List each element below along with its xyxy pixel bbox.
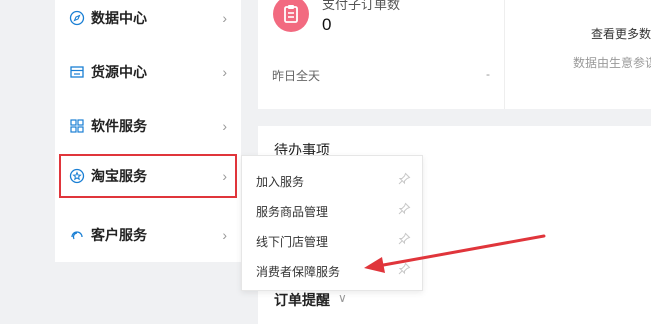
sidebar-item-supply-center[interactable]: 货源中心 › [55, 45, 241, 99]
stat-card: 支付子订单数 0 昨日全天 - 查看更多数 数据由生意参谋 [258, 0, 651, 109]
sidebar-item-label: 货源中心 [91, 64, 147, 80]
chevron-right-icon: › [222, 168, 227, 184]
submenu-item-label: 消费者保障服务 [256, 265, 341, 279]
submenu-item-label: 线下门店管理 [256, 235, 329, 249]
pin-icon[interactable] [397, 202, 411, 216]
sidebar-item-customer-services[interactable]: 客户服务 › [55, 208, 241, 262]
sidebar: 数据中心 › 货源中心 › 软件服务 › 淘宝服务 › 客户服务 › [55, 0, 241, 262]
submenu-item-service-goods[interactable]: 服务商品管理 [242, 195, 422, 225]
order-reminder-title[interactable]: 订单提醒 [274, 290, 330, 310]
submenu-item-join-service[interactable]: 加入服务 [242, 165, 422, 195]
taobao-star-icon [68, 167, 86, 185]
sidebar-item-label: 客户服务 [91, 227, 147, 243]
store-icon [68, 63, 86, 81]
sidebar-item-label: 淘宝服务 [91, 168, 147, 184]
sidebar-item-data-center[interactable]: 数据中心 › [55, 0, 241, 45]
submenu-item-consumer-protection[interactable]: 消费者保障服务 [242, 255, 422, 285]
submenu-item-label: 加入服务 [256, 175, 305, 189]
clipboard-icon [273, 0, 309, 32]
pin-icon[interactable] [397, 232, 411, 246]
divider [504, 0, 505, 109]
submenu-item-label: 服务商品管理 [256, 205, 329, 219]
data-source-note: 数据由生意参谋 [573, 56, 651, 70]
submenu-item-offline-store[interactable]: 线下门店管理 [242, 225, 422, 255]
taobao-services-submenu: 加入服务 服务商品管理 线下门店管理 消费者保障服务 [241, 155, 423, 291]
sidebar-item-taobao-services[interactable]: 淘宝服务 › [59, 154, 237, 198]
pin-icon[interactable] [397, 262, 411, 276]
chevron-down-icon[interactable]: ∨ [338, 291, 347, 305]
chevron-right-icon: › [222, 118, 227, 134]
chevron-right-icon: › [222, 64, 227, 80]
pin-icon[interactable] [397, 172, 411, 186]
chevron-right-icon: › [222, 227, 227, 243]
stat-period: 昨日全天 [272, 69, 321, 83]
compass-icon [68, 9, 86, 27]
stat-compare: - [486, 67, 490, 81]
sidebar-item-software-services[interactable]: 软件服务 › [55, 99, 241, 153]
chevron-right-icon: › [222, 10, 227, 26]
view-more-link[interactable]: 查看更多数 [591, 25, 651, 42]
stat-title: 支付子订单数 [322, 0, 401, 12]
apps-grid-icon [68, 117, 86, 135]
stat-value: 0 [322, 15, 332, 34]
sidebar-item-label: 数据中心 [91, 10, 147, 26]
sidebar-item-label: 软件服务 [91, 118, 147, 134]
headset-icon [68, 226, 86, 244]
